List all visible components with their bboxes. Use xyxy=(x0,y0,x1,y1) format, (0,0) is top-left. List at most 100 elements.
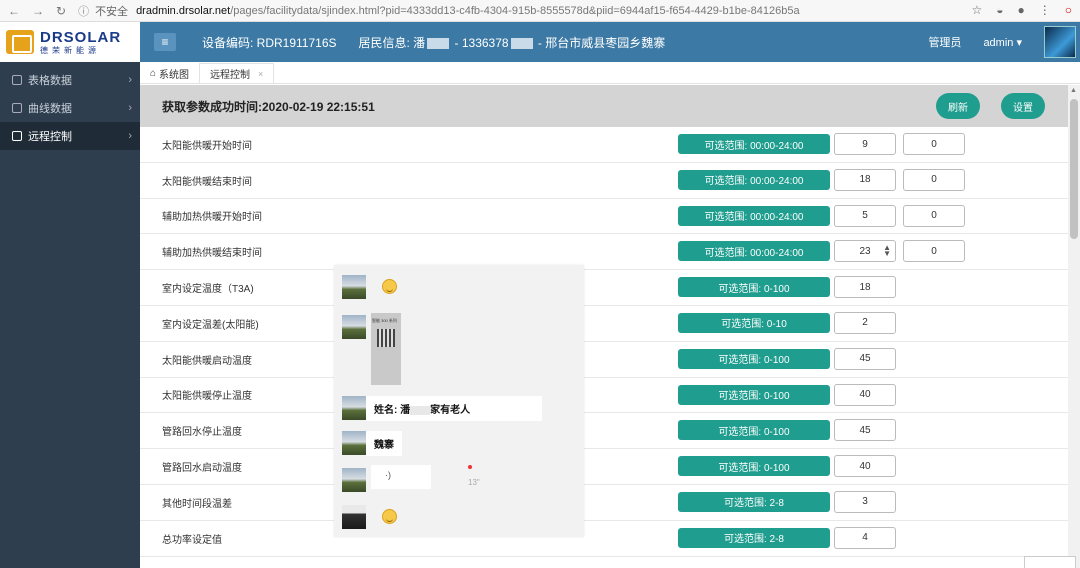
avatar xyxy=(342,315,366,339)
tab-label: 系统图 xyxy=(159,69,190,81)
photo-caption: 智能 300 系列 xyxy=(372,318,397,323)
param-name: 室内设定温差(太阳能) xyxy=(162,319,259,331)
redaction xyxy=(427,37,450,49)
voice-message[interactable]: ·) xyxy=(371,465,431,489)
avatar xyxy=(342,505,366,529)
minute-input[interactable]: 0 xyxy=(903,168,965,191)
user-area: 管理员 admin ▾ xyxy=(928,22,1076,62)
minute-input[interactable]: 0 xyxy=(903,204,965,227)
param-row: 太阳能供暖启动温度 可选范围: 0-100 45 xyxy=(140,342,1068,378)
hamburger-icon: ≡ xyxy=(161,35,169,49)
app-header: DRSOLAR 德荣新能源 ≡ 设备编码: RDR1911716S 居民信息: … xyxy=(0,22,1080,62)
value-input[interactable]: 40 xyxy=(834,455,896,478)
param-row: 太阳能供暖停止温度 可选范围: 0-100 40 xyxy=(140,378,1068,414)
param-name: 管路回水启动温度 xyxy=(162,463,242,475)
device-code: 设备编码: RDR1911716S xyxy=(202,35,337,50)
logo: DRSOLAR 德荣新能源 xyxy=(0,22,140,62)
param-name: 辅助加热供暖开始时间 xyxy=(162,212,262,224)
range-badge: 可选范围: 0-100 xyxy=(678,456,830,477)
qr-code-icon xyxy=(377,329,395,347)
back-icon[interactable]: ← xyxy=(8,4,20,18)
logo-text-en: DRSOLAR xyxy=(40,28,122,46)
star-icon[interactable]: ☆ xyxy=(971,3,982,17)
hour-input[interactable]: 18 xyxy=(834,168,896,191)
input-value: 18 xyxy=(859,281,871,293)
scroll-up-icon[interactable]: ▲ xyxy=(1070,87,1077,94)
param-row: 辅助加热供暖结束时间 可选范围: 00:00-24:00 23 ▲ ▼ 0 xyxy=(140,234,1068,271)
range-badge: 可选范围: 00:00-24:00 xyxy=(678,134,830,154)
close-icon[interactable]: × xyxy=(258,69,263,79)
param-name: 室内设定温度（T3A) xyxy=(162,284,254,296)
input-value: 3 xyxy=(862,496,868,508)
device-photo: 智能 300 系列 xyxy=(371,313,401,385)
param-list: 太阳能供暖开始时间 可选范围: 00:00-24:00 9 0 太阳能供暖结束时间 可选范… xyxy=(140,127,1068,557)
chat-message-village: 魏寨 xyxy=(366,431,402,456)
range-badge: 可选范围: 00:00-24:00 xyxy=(678,205,830,226)
refresh-button[interactable]: 刷新 xyxy=(936,93,980,119)
param-row: 太阳能供暖结束时间 可选范围: 00:00-24:00 18 0 xyxy=(140,163,1068,199)
chat-overlay: 智能 300 系列 姓名: 潘 家有老人 魏寨 ·) 13" xyxy=(334,265,584,537)
sidebar-item-curve-data[interactable]: 曲线数据 › xyxy=(0,94,140,122)
smile-emoji-icon xyxy=(382,509,397,524)
hour-input[interactable]: 23 ▲ ▼ xyxy=(834,240,896,263)
range-badge: 可选范围: 0-100 xyxy=(678,420,830,441)
control-icon xyxy=(12,131,22,141)
hour-input[interactable]: 9 xyxy=(834,133,896,155)
param-row: 太阳能供暖开始时间 可选范围: 00:00-24:00 9 0 xyxy=(140,127,1068,163)
input-value: 2 xyxy=(862,317,868,329)
range-badge: 可选范围: 2-8 xyxy=(678,527,830,548)
spinner-icon[interactable]: ▲ ▼ xyxy=(883,244,891,258)
avatar xyxy=(342,275,366,299)
info-icon[interactable]: ⓘ xyxy=(78,3,89,19)
range-badge: 可选范围: 0-100 xyxy=(678,384,830,405)
chevron-right-icon: › xyxy=(128,130,132,142)
logo-mark-icon xyxy=(6,30,34,54)
browser-nav: ← → ↻ xyxy=(0,4,66,18)
tab-label: 远程控制 xyxy=(210,70,251,81)
input-value: 45 xyxy=(859,424,871,436)
chevron-right-icon: › xyxy=(128,74,132,86)
tab-remote-control[interactable]: 远程控制 × xyxy=(199,63,275,83)
param-row: 室内设定温差(太阳能) 可选范围: 0-10 2 xyxy=(140,306,1068,342)
sidebar-item-remote-control[interactable]: 远程控制 › xyxy=(0,122,140,150)
avatar xyxy=(342,431,366,455)
user-name: admin xyxy=(983,36,1014,49)
profile-icon[interactable]: ● xyxy=(1018,3,1025,17)
input-value: 40 xyxy=(859,460,871,472)
value-input[interactable]: 4 xyxy=(834,526,896,549)
settings-button[interactable]: 设置 xyxy=(1001,93,1045,119)
param-row: 管路回水停止温度 可选范围: 0-100 45 xyxy=(140,413,1068,450)
sidebar-item-label: 曲线数据 xyxy=(28,103,72,115)
range-badge: 可选范围: 0-100 xyxy=(678,348,830,369)
value-input[interactable]: 45 xyxy=(834,347,896,370)
scroll-thumb[interactable] xyxy=(1070,99,1078,239)
input-value: 40 xyxy=(859,389,871,401)
reload-icon[interactable]: ↻ xyxy=(56,4,66,18)
hour-input[interactable]: 5 xyxy=(834,204,896,227)
avatar[interactable] xyxy=(1044,26,1076,58)
value-input[interactable]: 40 xyxy=(834,383,896,406)
menu-dots-icon[interactable]: ⋮ xyxy=(1039,3,1051,17)
input-value: 5 xyxy=(862,210,868,222)
extension-icon[interactable]: ◒ xyxy=(996,3,1003,17)
value-input[interactable]: 2 xyxy=(834,311,896,334)
value-input[interactable]: 45 xyxy=(834,419,896,442)
name-suffix: 家有老人 xyxy=(430,405,471,416)
tab-system-diagram[interactable]: ⌂ 系统图 xyxy=(140,63,199,83)
input-value: 4 xyxy=(862,532,868,544)
sidebar-item-table-data[interactable]: 表格数据 › xyxy=(0,66,140,94)
value-input[interactable]: 3 xyxy=(834,490,896,513)
input-value: 0 xyxy=(931,210,937,222)
menu-toggle-button[interactable]: ≡ xyxy=(154,33,176,51)
opera-icon[interactable]: ○ xyxy=(1065,3,1072,17)
value-input[interactable]: 18 xyxy=(834,276,896,299)
browser-chrome: ← → ↻ ⓘ 不安全 dradmin.drsolar.net /pages/f… xyxy=(0,0,1080,22)
scrollbar[interactable]: ▲ xyxy=(1068,85,1080,568)
range-badge: 可选范围: 00:00-24:00 xyxy=(678,241,830,262)
minute-input[interactable]: 0 xyxy=(903,240,965,263)
range-badge: 可选范围: 00:00-24:00 xyxy=(678,169,830,190)
forward-icon[interactable]: → xyxy=(32,4,44,18)
address-bar[interactable]: ⓘ 不安全 dradmin.drsolar.net /pages/facilit… xyxy=(78,3,978,19)
minute-input[interactable]: 0 xyxy=(903,133,965,155)
user-menu[interactable]: admin ▾ xyxy=(983,36,1022,49)
